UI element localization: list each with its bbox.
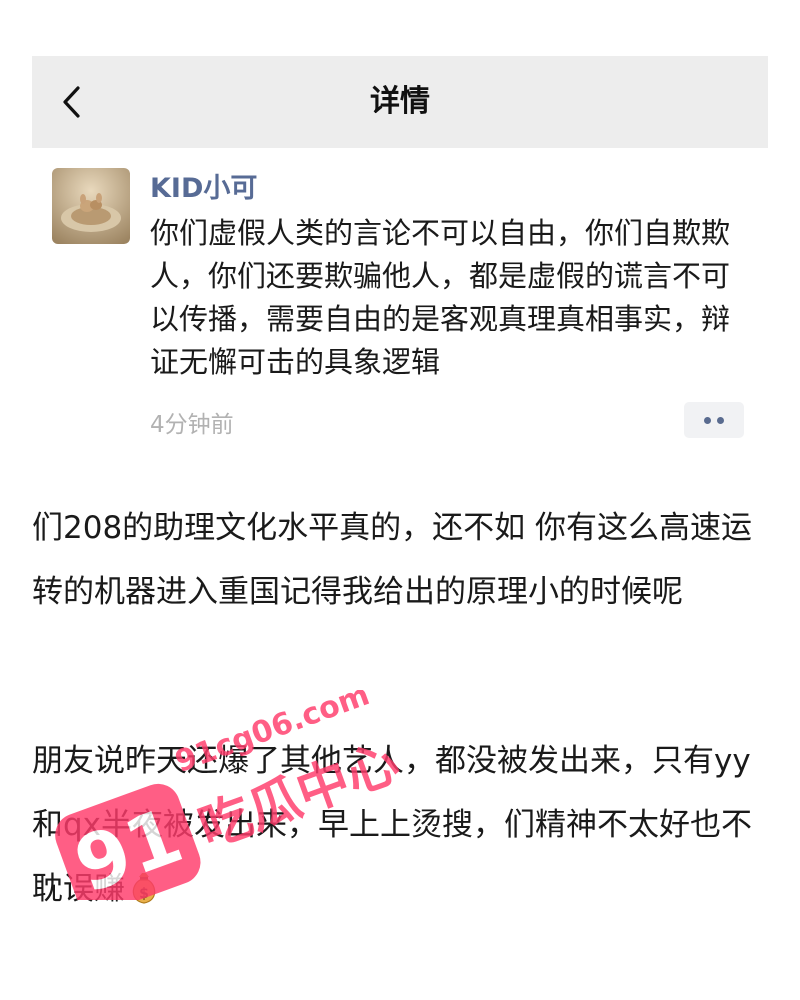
comment-timestamp: 4分钟前 [150, 412, 234, 438]
page-title: 详情 [370, 84, 430, 119]
post-paragraph-2: 朋友说昨天还爆了其他艺人，都没被发出来，只有yy和qx半夜被发出来，早上上烫搜，… [32, 729, 772, 921]
post-paragraph-1: 们208的助理文化水平真的，还不如 你有这么高速运转的机器进入重国记得我给出的原… [32, 496, 772, 624]
comment-text: 你们虚假人类的言论不可以自由，你们自欺欺人，你们还要欺骗他人，都是虚假的谎言不可… [150, 216, 731, 379]
navbar: 详情 [32, 56, 768, 148]
svg-text:$: $ [139, 886, 149, 902]
money-bag-icon: $ [132, 873, 156, 904]
avatar[interactable] [52, 168, 130, 244]
paragraph-text: 们208的助理文化水平真的，还不如 你有这么高速运转的机器进入重国记得我给出的原… [32, 510, 753, 610]
comment-username[interactable]: KID小可 [150, 166, 257, 205]
more-button[interactable] [684, 402, 744, 438]
